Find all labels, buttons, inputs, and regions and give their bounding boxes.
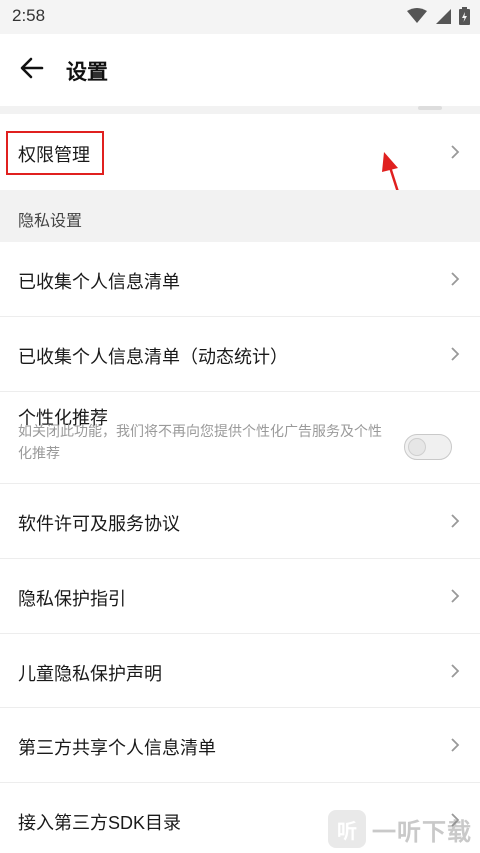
privacy-guide-row[interactable]: 隐私保护指引 [0,559,480,634]
chevron-right-icon [451,738,460,752]
status-bar: 2:58 [0,0,480,34]
status-icons [407,7,470,30]
child-privacy-row[interactable]: 儿童隐私保护声明 [0,634,480,708]
wifi-icon [407,8,427,29]
watermark-text: 一听下载 [372,818,472,846]
collected-info-dynamic-label: 已收集个人信息清单（动态统计） [18,347,288,367]
license-agreement-label: 软件许可及服务协议 [18,514,180,534]
chevron-right-icon [451,589,460,603]
site-watermark: 听 一听下载 [328,805,472,853]
divider [0,106,480,114]
chevron-right-icon [451,272,460,286]
chevron-right-icon [451,514,460,528]
chevron-right-icon [451,664,460,678]
watermark-logo-icon: 听 [328,810,366,848]
collected-info-row[interactable]: 已收集个人信息清单 [0,242,480,317]
child-privacy-label: 儿童隐私保护声明 [18,664,162,684]
personalized-recommendation-row: 个性化推荐 如关闭此功能，我们将不再向您提供个性化广告服务及个性化推荐 [0,392,480,484]
collected-info-dynamic-row[interactable]: 已收集个人信息清单（动态统计） [0,317,480,392]
arrow-left-icon [20,57,44,84]
third-party-share-label: 第三方共享个人信息清单 [18,738,216,758]
chevron-right-icon [451,145,460,159]
chevron-right-icon [451,347,460,361]
third-party-share-row[interactable]: 第三方共享个人信息清单 [0,708,480,783]
back-button[interactable] [14,52,50,88]
annotation-highlight-box [6,131,104,175]
cellular-icon [435,8,451,29]
privacy-guide-label: 隐私保护指引 [18,589,126,609]
page-title: 设置 [66,61,108,84]
personalized-recommendation-description: 如关闭此功能，我们将不再向您提供个性化广告服务及个性化推荐 [18,423,382,461]
privacy-section-header: 隐私设置 [0,190,480,242]
toggle-knob [408,438,426,456]
app-bar: 设置 [0,34,480,106]
personalized-recommendation-toggle[interactable] [404,434,452,460]
privacy-section-title: 隐私设置 [18,213,83,230]
collected-info-label: 已收集个人信息清单 [18,272,180,292]
license-agreement-row[interactable]: 软件许可及服务协议 [0,484,480,559]
battery-icon [459,7,470,30]
status-time: 2:58 [12,6,46,25]
third-party-sdk-label: 接入第三方SDK目录 [18,813,182,833]
